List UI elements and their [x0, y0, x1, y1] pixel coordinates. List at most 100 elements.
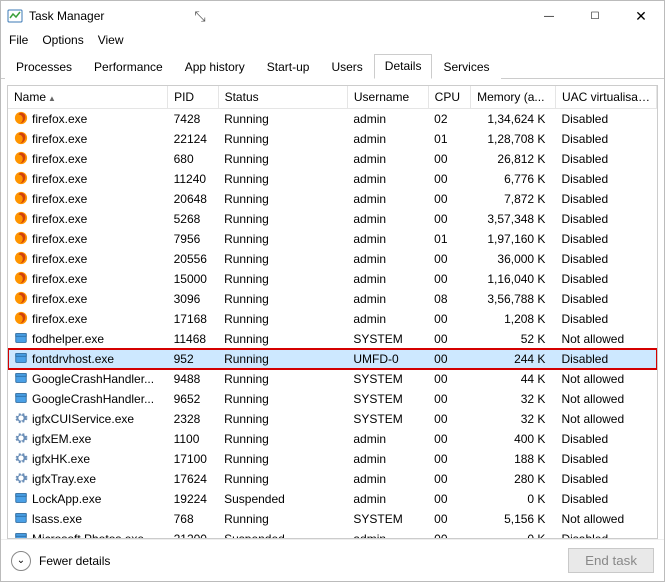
col-cpu[interactable]: CPU [428, 86, 470, 109]
tab-performance[interactable]: Performance [83, 55, 174, 79]
fewer-details-button[interactable]: ⌄ Fewer details [11, 551, 110, 571]
process-name: firefox.exe [32, 192, 87, 206]
process-cpu: 00 [428, 529, 470, 539]
process-user: admin [347, 149, 428, 169]
process-status: Running [218, 389, 347, 409]
process-status: Running [218, 329, 347, 349]
win-icon [14, 511, 28, 528]
tab-details[interactable]: Details [374, 54, 433, 79]
table-row[interactable]: lsass.exe768RunningSYSTEM005,156 KNot al… [8, 509, 657, 529]
process-uac: Not allowed [555, 369, 656, 389]
table-row[interactable]: firefox.exe11240Runningadmin006,776 KDis… [8, 169, 657, 189]
process-user: admin [347, 489, 428, 509]
process-memory: 0 K [471, 489, 556, 509]
process-name: igfxTray.exe [32, 472, 96, 486]
table-row[interactable]: GoogleCrashHandler...9652RunningSYSTEM00… [8, 389, 657, 409]
process-memory: 6,776 K [471, 169, 556, 189]
process-status: Running [218, 149, 347, 169]
process-pid: 2328 [168, 409, 219, 429]
process-status: Running [218, 409, 347, 429]
process-uac: Not allowed [555, 509, 656, 529]
process-cpu: 00 [428, 409, 470, 429]
process-name: firefox.exe [32, 212, 87, 226]
table-row[interactable]: igfxHK.exe17100Runningadmin00188 KDisabl… [8, 449, 657, 469]
tab-processes[interactable]: Processes [5, 55, 83, 79]
col-uac[interactable]: UAC virtualisat... [555, 86, 656, 109]
process-cpu: 00 [428, 509, 470, 529]
table-row[interactable]: fontdrvhost.exe952RunningUMFD-000244 KDi… [8, 349, 657, 369]
close-button[interactable]: ✕ [618, 1, 664, 31]
table-row[interactable]: firefox.exe7956Runningadmin011,97,160 KD… [8, 229, 657, 249]
table-row[interactable]: LockApp.exe19224Suspendedadmin000 KDisab… [8, 489, 657, 509]
process-uac: Not allowed [555, 409, 656, 429]
process-memory: 7,872 K [471, 189, 556, 209]
table-row[interactable]: igfxTray.exe17624Runningadmin00280 KDisa… [8, 469, 657, 489]
process-pid: 17100 [168, 449, 219, 469]
process-status: Running [218, 449, 347, 469]
process-uac: Disabled [555, 229, 656, 249]
process-name: igfxHK.exe [32, 452, 90, 466]
process-pid: 7428 [168, 109, 219, 130]
table-row[interactable]: firefox.exe3096Runningadmin083,56,788 KD… [8, 289, 657, 309]
process-cpu: 00 [428, 149, 470, 169]
process-pid: 20556 [168, 249, 219, 269]
process-name: Microsoft.Photos.exe [32, 532, 144, 539]
process-table: Name▲ PID Status Username CPU Memory (a.… [8, 86, 657, 539]
table-row[interactable]: igfxCUIService.exe2328RunningSYSTEM0032 … [8, 409, 657, 429]
process-user: admin [347, 169, 428, 189]
process-memory: 3,57,348 K [471, 209, 556, 229]
ff-icon [14, 171, 28, 188]
tab-users[interactable]: Users [320, 55, 373, 79]
process-pid: 17624 [168, 469, 219, 489]
tab-startup[interactable]: Start-up [256, 55, 321, 79]
process-cpu: 01 [428, 129, 470, 149]
table-row[interactable]: firefox.exe7428Runningadmin021,34,624 KD… [8, 109, 657, 130]
table-row[interactable]: fodhelper.exe11468RunningSYSTEM0052 KNot… [8, 329, 657, 349]
col-name[interactable]: Name▲ [8, 86, 168, 109]
col-user[interactable]: Username [347, 86, 428, 109]
process-memory: 32 K [471, 409, 556, 429]
process-status: Running [218, 229, 347, 249]
gear-icon [14, 471, 28, 488]
col-memory[interactable]: Memory (a... [471, 86, 556, 109]
process-pid: 768 [168, 509, 219, 529]
gear-icon [14, 451, 28, 468]
table-row[interactable]: firefox.exe22124Runningadmin011,28,708 K… [8, 129, 657, 149]
process-name: igfxCUIService.exe [32, 412, 134, 426]
table-row[interactable]: GoogleCrashHandler...9488RunningSYSTEM00… [8, 369, 657, 389]
tab-services[interactable]: Services [432, 55, 500, 79]
menu-view[interactable]: View [98, 33, 124, 47]
process-pid: 11468 [168, 329, 219, 349]
table-row[interactable]: firefox.exe680Runningadmin0026,812 KDisa… [8, 149, 657, 169]
maximize-button[interactable]: ☐ [572, 1, 618, 31]
process-pid: 11240 [168, 169, 219, 189]
table-row[interactable]: firefox.exe17168Runningadmin001,208 KDis… [8, 309, 657, 329]
process-memory: 1,16,040 K [471, 269, 556, 289]
process-table-wrap: Name▲ PID Status Username CPU Memory (a.… [7, 85, 658, 539]
process-cpu: 01 [428, 229, 470, 249]
process-pid: 17168 [168, 309, 219, 329]
col-pid[interactable]: PID [168, 86, 219, 109]
process-user: admin [347, 289, 428, 309]
process-pid: 680 [168, 149, 219, 169]
table-row[interactable]: firefox.exe15000Runningadmin001,16,040 K… [8, 269, 657, 289]
col-status[interactable]: Status [218, 86, 347, 109]
tab-app-history[interactable]: App history [174, 55, 256, 79]
process-status: Running [218, 249, 347, 269]
process-memory: 1,34,624 K [471, 109, 556, 130]
menu-file[interactable]: File [9, 33, 28, 47]
end-task-button[interactable]: End task [568, 548, 654, 573]
table-row[interactable]: firefox.exe20556Runningadmin0036,000 KDi… [8, 249, 657, 269]
table-row[interactable]: Microsoft.Photos.exe21200Suspendedadmin0… [8, 529, 657, 539]
process-memory: 1,97,160 K [471, 229, 556, 249]
table-row[interactable]: firefox.exe20648Runningadmin007,872 KDis… [8, 189, 657, 209]
menu-options[interactable]: Options [42, 33, 83, 47]
process-user: admin [347, 529, 428, 539]
process-status: Running [218, 129, 347, 149]
process-user: admin [347, 229, 428, 249]
table-row[interactable]: firefox.exe5268Runningadmin003,57,348 KD… [8, 209, 657, 229]
table-row[interactable]: igfxEM.exe1100Runningadmin00400 KDisable… [8, 429, 657, 449]
process-memory: 5,156 K [471, 509, 556, 529]
process-user: SYSTEM [347, 369, 428, 389]
minimize-button[interactable]: — [526, 1, 572, 31]
